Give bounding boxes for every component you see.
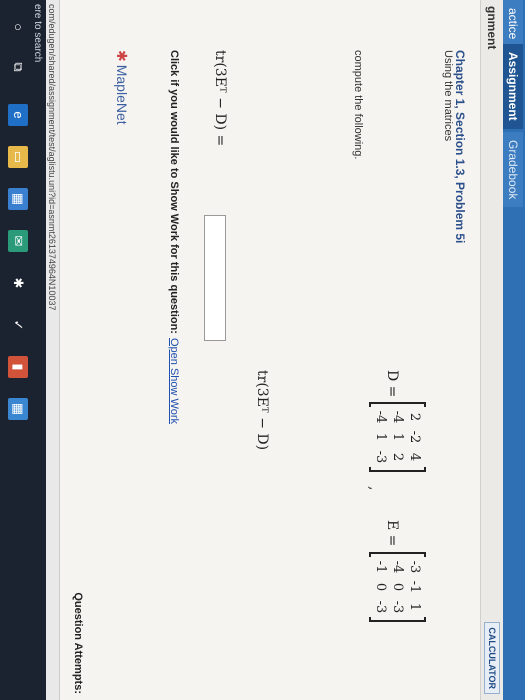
store-icon[interactable]: ▦ (8, 188, 28, 210)
app-icon[interactable]: ✓ (8, 314, 28, 336)
tab-assignment[interactable]: Assignment (503, 44, 523, 129)
matrix-d-cell: -2 (407, 430, 422, 444)
tab-practice[interactable]: actice (503, 0, 523, 48)
maplenet-logo: ✱ MapleNet (113, 50, 130, 125)
matrix-e-cell: 1 (407, 602, 422, 612)
compute-text: compute the following. (352, 50, 364, 160)
photos-icon[interactable]: ✱ (8, 272, 28, 294)
matrix-e-cell: 0 (373, 582, 388, 592)
matrix-d-cell: 4 (407, 452, 422, 462)
tab-strip: actice Assignment Gradebook (503, 0, 525, 700)
expression-display: tr(3Eᵀ − D) (254, 370, 270, 451)
matrix-e-cell: -3 (390, 600, 405, 614)
open-show-work-link[interactable]: Open Show Work (168, 338, 180, 424)
screen: actice Assignment Gradebook gnment CALCU… (0, 0, 525, 700)
matrix-d-cell: 1 (390, 432, 405, 442)
edge-icon[interactable]: e (8, 104, 28, 126)
matrix-d-cell: -4 (390, 410, 405, 424)
problem-title: Chapter 1, Section 1.3, Problem 5i (453, 50, 467, 244)
calculator-button[interactable]: CALCULATOR (484, 622, 500, 694)
expression-question: tr(3Eᵀ − D) = (212, 50, 228, 147)
status-url: com/edugen/shared/assignment/test/aglist… (47, 4, 57, 311)
show-work-prompt: Click if you would like to Show Work for… (168, 50, 180, 334)
title-row: gnment CALCULATOR (480, 0, 503, 700)
matrix-e-cell: -3 (407, 560, 422, 574)
matrix-e-cell: -1 (407, 580, 422, 594)
matrix-e-label: E = (384, 520, 400, 547)
matrix-e-cell: 0 (390, 582, 405, 592)
matrix-d-cell: 1 (373, 432, 388, 442)
matrix-d-cell: 2 (390, 452, 405, 462)
matrix-e-cell: -3 (373, 600, 388, 614)
matrix-e-cell: -4 (390, 560, 405, 574)
question-panel: Chapter 1, Section 1.3, Problem 5i Using… (60, 0, 480, 700)
matrix-d-cell: -4 (373, 410, 388, 424)
matrix-d-cell: 2 (407, 412, 422, 422)
matrix-d-label: D = (384, 370, 400, 398)
app-icon-3[interactable]: ▦ (8, 398, 28, 420)
cortana-icon[interactable]: ○ (8, 16, 28, 38)
taskbar-search[interactable]: ere to search (32, 4, 43, 62)
file-explorer-icon[interactable]: ▭ (8, 146, 28, 168)
comma: , (366, 486, 382, 491)
app-icon-2[interactable]: ▮ (8, 356, 28, 378)
mail-icon[interactable]: ✉ (8, 230, 28, 252)
intro-text: Using the matrices (442, 50, 454, 142)
task-view-icon[interactable]: ⧉ (8, 56, 28, 78)
answer-input[interactable] (204, 215, 226, 341)
maplenet-label: MapleNet (114, 64, 130, 125)
matrix-d: 2 -2 4 -4 1 2 -4 1 -3 (371, 402, 424, 472)
matrix-d-cell: -3 (373, 450, 388, 464)
matrix-e-cell: -1 (373, 560, 388, 574)
maple-leaf-icon: ✱ (114, 50, 130, 62)
page-title: gnment (485, 6, 499, 50)
matrix-e: -3 -1 1 -4 0 -3 -1 0 -3 (371, 552, 424, 622)
question-attempts-label: Question Attempts: (72, 592, 84, 694)
tab-gradebook[interactable]: Gradebook (503, 132, 523, 208)
status-bar: com/edugen/shared/assignment/test/aglist… (45, 0, 60, 700)
taskbar: ere to search ○ ⧉ e ▭ ▦ ✉ ✱ ✓ ▮ ▦ (0, 0, 46, 700)
